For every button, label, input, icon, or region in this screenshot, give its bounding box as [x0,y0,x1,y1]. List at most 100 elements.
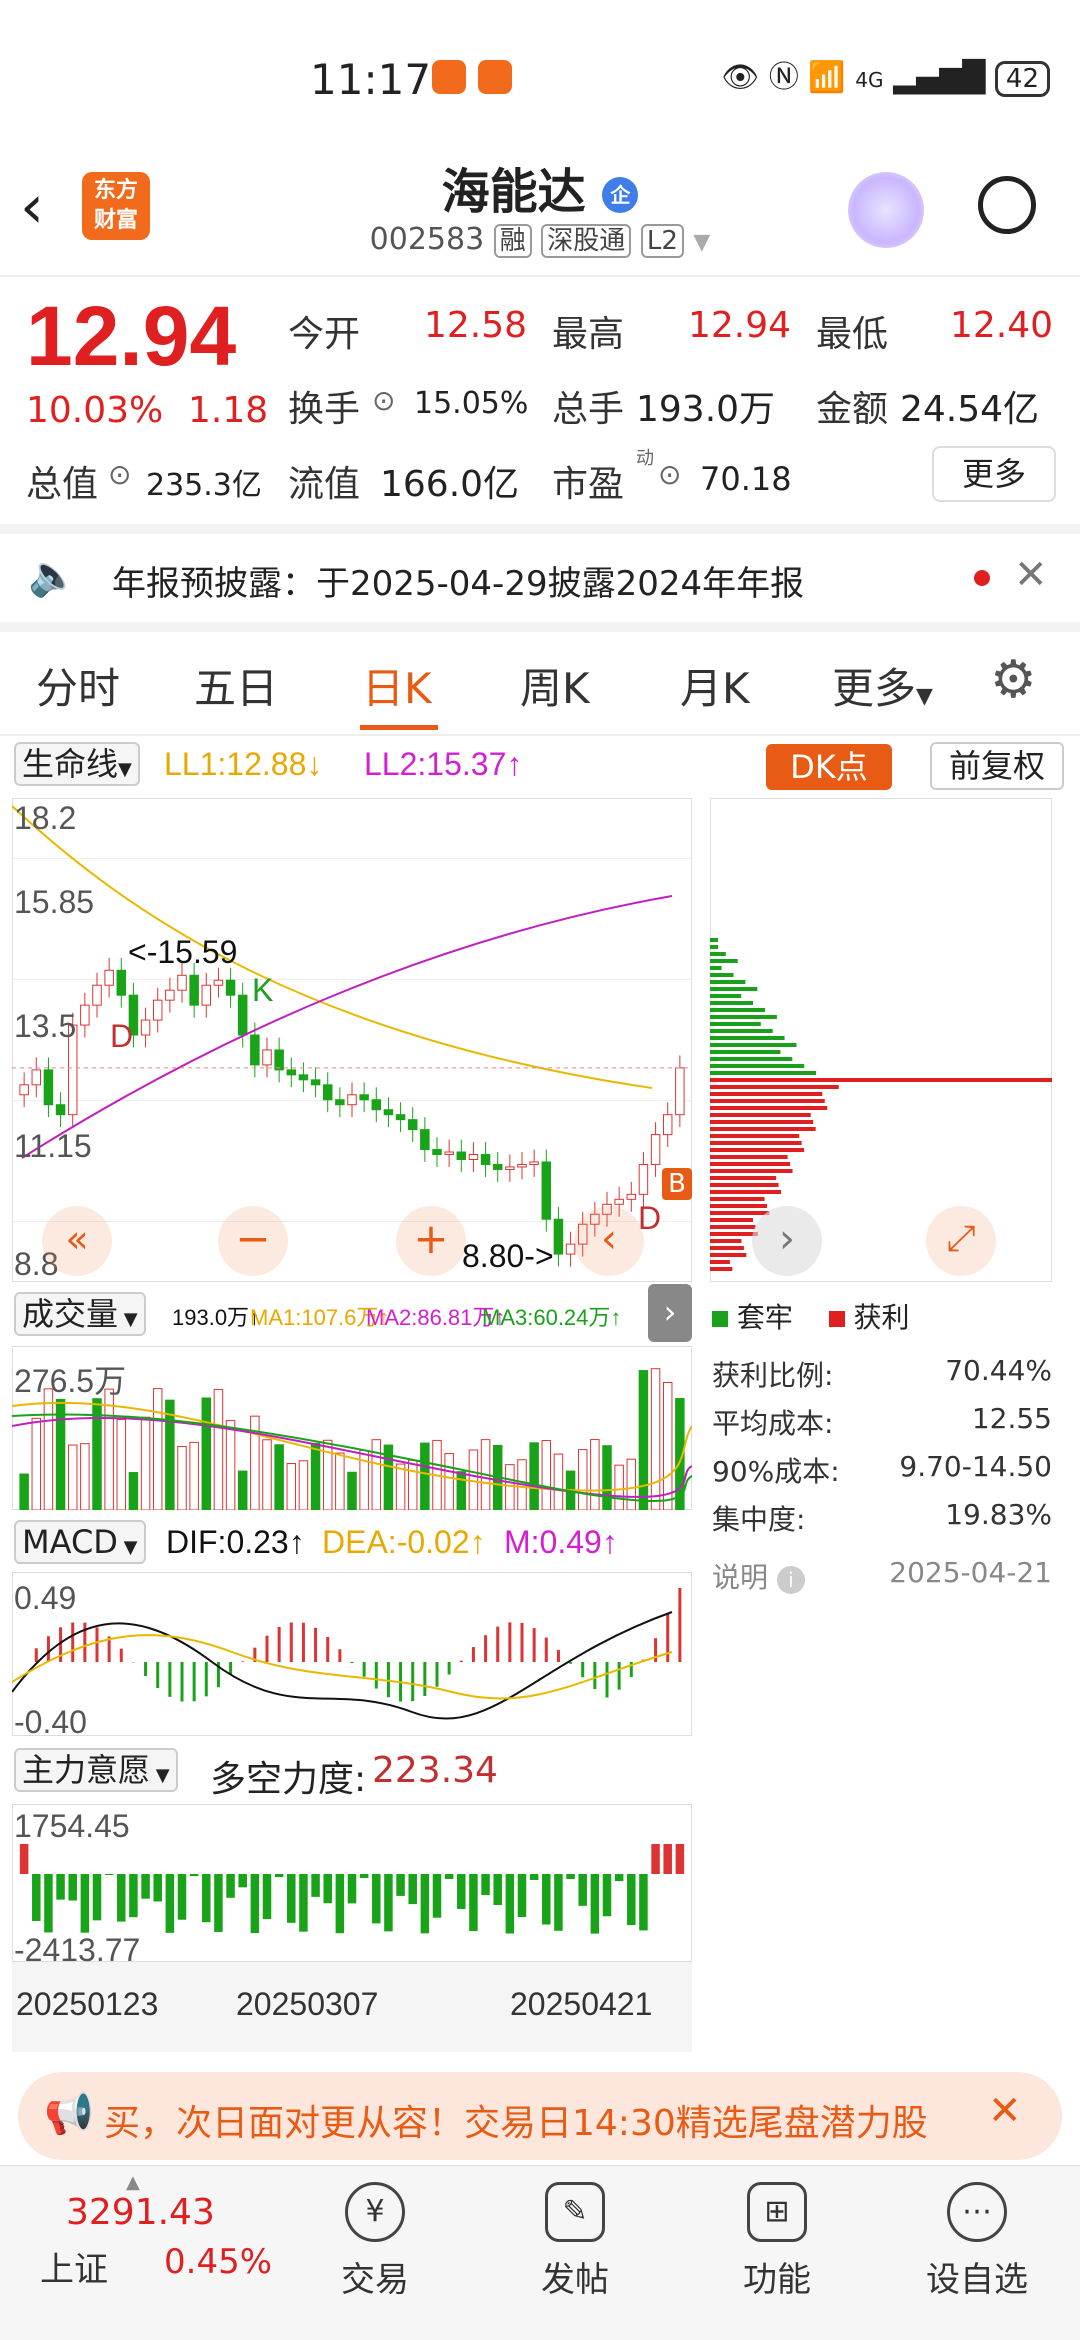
banner-text[interactable]: 买，次日面对更从容！交易日14:30精选尾盘潜力股 [104,2094,974,2146]
close-icon[interactable]: ✕ [988,2088,1022,2134]
main-force-select[interactable]: 主力意愿 ▼ [14,1748,178,1792]
grid-icon: ⊞ [747,2182,807,2242]
candle-body [165,989,175,1001]
prev-button[interactable]: ‹ [574,1206,644,1276]
nav-watchlist[interactable]: ⋯ 设自选 [912,2170,1042,2301]
more-button[interactable]: 更多 [932,446,1056,502]
force-bar [566,1874,575,1880]
adjust-button[interactable]: 前复权 [930,742,1064,790]
note-row[interactable]: 说明 i 2025-04-21 [712,1556,1052,1596]
force-bar [189,1874,199,1877]
expand-icon[interactable]: ⤢ [926,1206,996,1276]
force-bar [274,1874,284,1878]
chip-bar [710,1197,765,1201]
network-type: 4G [855,68,884,92]
tab-more[interactable]: 更多▼ [832,655,933,716]
chip-bar [710,1190,781,1194]
volume-bar [541,1440,552,1510]
dk-button[interactable]: DK点 [766,744,892,790]
indicator-select[interactable]: 生命线▼ [14,742,140,786]
volume-bar [335,1452,345,1510]
volume-bar [407,1459,418,1510]
chip-bar [710,1092,823,1096]
nav-trade[interactable]: ¥ 交易 [310,2170,440,2301]
chip-bar [710,1169,793,1173]
next-button[interactable]: › [752,1206,822,1276]
nav-post[interactable]: ✎ 发帖 [510,2170,640,2301]
volume-value: 193.0万 [636,389,776,430]
candle-body [310,1079,321,1086]
mktcap-label: 总值 [26,464,99,505]
candle-body [517,1163,527,1168]
info-icon[interactable]: ⊙ [108,458,131,491]
volume-indicator-select[interactable]: 成交量 ▼ [14,1292,146,1336]
turnover-label: 换手 [288,389,361,430]
clock: 11:17 [310,55,432,104]
tab-intraday[interactable]: 分时 [36,655,120,716]
dif-value: DIF:0.23↑ [166,1524,305,1560]
m-value: M:0.49↑ [504,1524,618,1560]
chip-bar [710,1260,730,1264]
force-bar [32,1874,41,1921]
chip-bar [710,1148,805,1152]
macd-indicator-select[interactable]: MACD ▼ [14,1520,146,1564]
open-value: 12.58 [424,305,528,346]
force-bar [250,1874,260,1934]
candle-body [140,1019,151,1036]
volume-bar [444,1453,454,1510]
scroll-left-button[interactable]: « [42,1206,112,1276]
force-bar [651,1844,660,1874]
price-axis-label: 11.15 [14,1128,92,1164]
connect-tag: 深股通 [541,224,632,258]
chip-bar [710,959,738,963]
nfc-icon: Ⓝ [768,60,799,95]
tab-weekly-k[interactable]: 周K [520,655,590,716]
search-icon[interactable] [978,176,1036,234]
profit-ratio-row: 获利比例: 70.44% [712,1354,1052,1392]
candle-body [274,1049,284,1071]
volume-bar [529,1442,539,1510]
chip-bar [710,987,758,991]
candle-body [407,1119,418,1131]
volume-bar [286,1463,297,1510]
info-icon[interactable]: ⊙ [372,384,395,417]
tab-five-day[interactable]: 五日 [194,655,278,716]
chip-bar [710,1071,817,1075]
current-price-bar [710,1078,1052,1082]
candle-body [201,984,212,1006]
volume-bar [19,1473,29,1510]
chip-bar [710,1239,742,1243]
force-bar [153,1874,162,1902]
edit-icon: ✎ [545,2182,605,2242]
chip-bar [710,1246,744,1250]
force-label: 多空力度: [210,1759,367,1800]
volume-bar [298,1460,309,1510]
expand-panel-button[interactable]: › [648,1284,692,1342]
assistant-avatar[interactable] [848,172,924,248]
chevron-down-icon[interactable]: ▼ [693,230,710,255]
gear-icon[interactable]: ⚙ [990,650,1037,710]
stock-code: 002583 [369,222,485,257]
force-bar [420,1874,430,1934]
info-icon[interactable]: ⊙ [658,458,681,491]
open-label: 今开 [288,314,361,355]
chip-bar [710,966,722,970]
zoom-out-button[interactable]: − [218,1206,288,1276]
concentration-row: 集中度: 19.83% [712,1498,1052,1536]
nav-functions[interactable]: ⊞ 功能 [712,2170,842,2301]
force-bar [80,1874,90,1933]
volume-bar [395,1463,406,1510]
volume-bar [67,1444,78,1510]
notice-text[interactable]: 年报预披露：于2025-04-29披露2024年年报 [112,556,804,605]
candle-body [177,974,187,991]
info-icon[interactable]: i [776,1566,805,1594]
app-notification-icon [478,60,512,94]
tab-monthly-k[interactable]: 月K [680,655,750,716]
change-pct: 10.03% [26,390,164,431]
index-ticker[interactable]: ▲ 3291.43 上证 0.45% [0,2172,290,2332]
close-icon[interactable]: ✕ [1014,552,1048,598]
tab-daily-k[interactable]: 日K [362,655,432,716]
zoom-in-button[interactable]: + [396,1206,466,1276]
volume-bar [262,1439,272,1510]
force-bar [542,1874,551,1925]
